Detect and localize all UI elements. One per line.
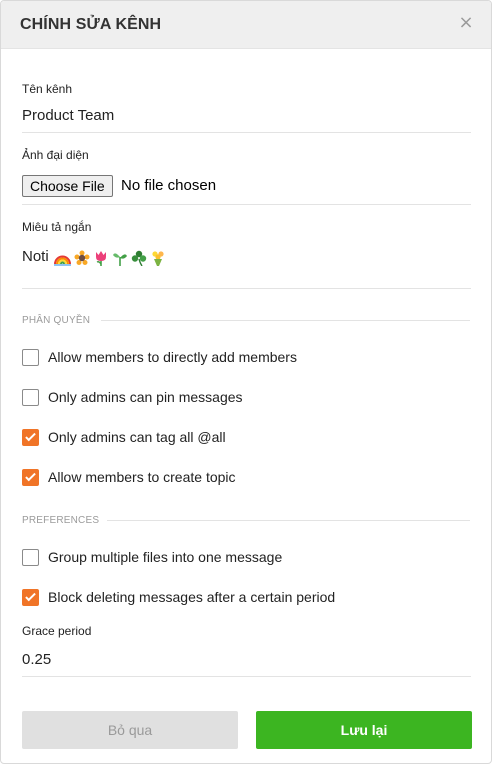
file-status-text: No file chosen [121,177,217,194]
dialog-header: CHÍNH SỬA KÊNH × [1,1,491,49]
check-icon [25,470,36,482]
check-icon [25,590,36,602]
choose-file-button[interactable]: Choose File [22,175,113,197]
checkbox-label: Only admins can tag all @all [48,429,226,445]
avatar-underline [22,204,471,205]
check-icon [25,430,36,442]
grace-period-input[interactable]: 0.25 [22,651,51,668]
checkbox-checked[interactable] [22,469,39,486]
checkbox-label: Block deleting messages after a certain … [48,589,336,605]
preferences-divider [107,520,470,521]
bouquet-emoji [152,251,164,266]
edit-channel-dialog: CHÍNH SỬA KÊNH × Tên kênh Product Team Ả… [0,0,492,764]
channel-name-label: Tên kênh [22,82,73,96]
seedling-emoji [113,253,127,266]
tulip-emoji [96,251,106,266]
checkbox-label: Allow members to directly add members [48,349,297,365]
save-button[interactable]: Lưu lại [256,711,472,749]
preferences-heading: PREFERENCES [22,515,100,526]
permissions-divider [101,320,470,321]
permissions-heading: PHÂN QUYỀN [22,315,91,326]
channel-name-input[interactable]: Product Team [22,107,114,124]
dialog-title: CHÍNH SỬA KÊNH [20,16,162,33]
checkbox[interactable] [22,349,39,366]
grace-period-underline [22,676,471,677]
avatar-label: Ảnh đại diện [22,148,89,162]
description-input[interactable]: Noti [22,248,49,265]
shamrock-emoji [131,250,147,266]
checkbox-checked[interactable] [22,429,39,446]
grace-period-label: Grace period [22,624,92,638]
rainbow-emoji [54,255,71,266]
checkbox-label: Group multiple files into one message [48,549,283,565]
checkbox[interactable] [22,549,39,566]
cancel-button[interactable]: Bỏ qua [22,711,238,749]
checkbox-label: Allow members to create topic [48,469,236,485]
channel-name-underline [22,132,471,133]
description-underline [22,288,471,289]
sunflower-emoji [74,250,90,265]
checkbox-label: Only admins can pin messages [48,389,243,405]
checkbox[interactable] [22,389,39,406]
close-icon[interactable]: × [457,13,475,33]
description-label: Miêu tả ngắn [22,220,92,234]
checkbox-checked[interactable] [22,589,39,606]
